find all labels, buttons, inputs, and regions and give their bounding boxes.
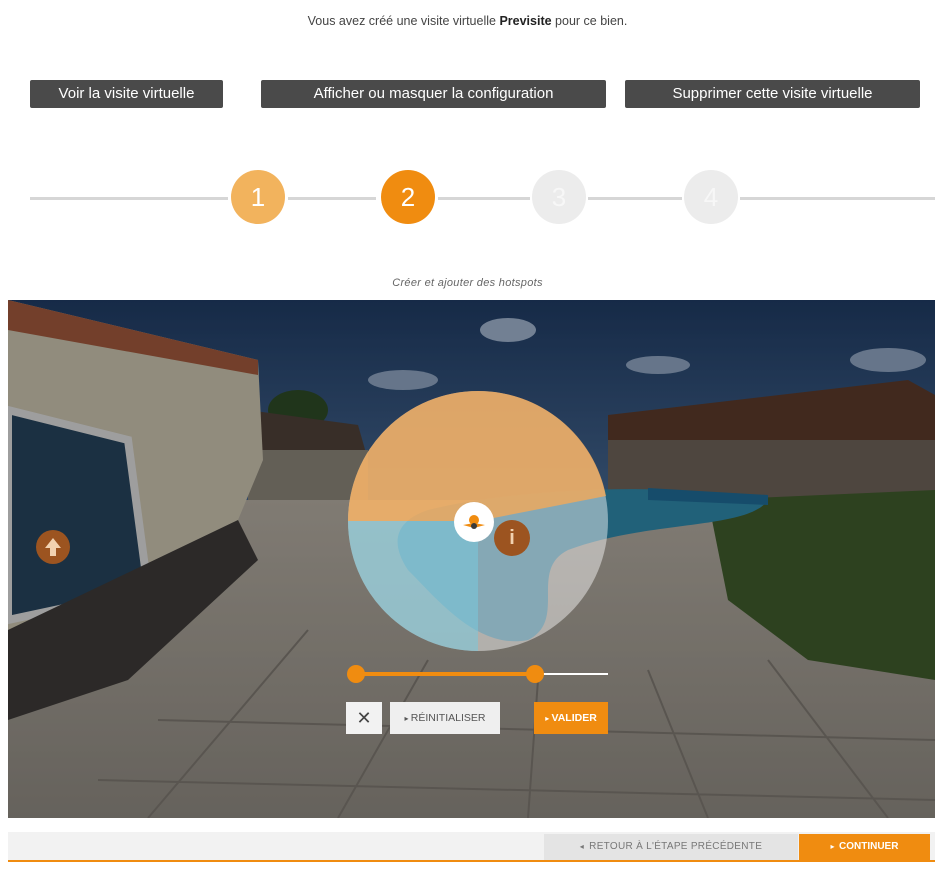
reset-label: RÉINITIALISER bbox=[410, 712, 486, 724]
slider-handle-min[interactable] bbox=[347, 665, 365, 683]
toggle-config-button[interactable]: Afficher ou masquer la configuration bbox=[261, 80, 606, 108]
hotspot-info[interactable]: i bbox=[494, 520, 530, 556]
zoom-slider[interactable] bbox=[347, 664, 608, 684]
slider-fill bbox=[351, 672, 533, 676]
step-2[interactable]: 2 bbox=[381, 170, 435, 224]
validate-label: VALIDER bbox=[551, 712, 597, 724]
stepper-line-1-2 bbox=[288, 197, 376, 200]
stepper-line-3-4 bbox=[588, 197, 682, 200]
hotspot-arrow[interactable] bbox=[36, 530, 70, 564]
stepper-line-end bbox=[740, 197, 935, 200]
viewpoint-icon[interactable] bbox=[454, 502, 494, 542]
reset-button[interactable]: ▸ RÉINITIALISER bbox=[390, 702, 500, 734]
previous-step-label: RETOUR À L'ÉTAPE PRÉCÉDENTE bbox=[589, 841, 763, 852]
previous-step-button[interactable]: ◂ RETOUR À L'ÉTAPE PRÉCÉDENTE bbox=[544, 834, 798, 860]
chevron-left-icon: ◂ bbox=[579, 842, 590, 851]
step-caption: Créer et ajouter des hotspots bbox=[392, 277, 543, 289]
delete-tour-button[interactable]: Supprimer cette visite virtuelle bbox=[625, 80, 920, 108]
stepper-line-2-3 bbox=[438, 197, 530, 200]
step-4: 4 bbox=[684, 170, 738, 224]
intro-prefix: Vous avez créé une visite virtuelle bbox=[307, 14, 496, 28]
intro-suffix: pour ce bien. bbox=[555, 14, 628, 28]
step-3: 3 bbox=[532, 170, 586, 224]
cancel-button[interactable]: ✕ bbox=[346, 702, 382, 734]
view-tour-button[interactable]: Voir la visite virtuelle bbox=[30, 80, 223, 108]
intro-text: Vous avez créé une visite virtuelle Prev… bbox=[0, 14, 935, 28]
chevron-right-icon: ▸ bbox=[830, 842, 839, 851]
continue-label: CONTINUER bbox=[839, 841, 899, 852]
info-icon: i bbox=[509, 527, 515, 549]
arrow-up-icon bbox=[45, 538, 61, 556]
stepper-line-start bbox=[30, 197, 228, 200]
continue-button[interactable]: ▸ CONTINUER bbox=[799, 834, 930, 860]
panorama-viewer[interactable]: i ✕ ▸ RÉINITIALISER ▸ VALIDER bbox=[8, 300, 935, 818]
validate-button[interactable]: ▸ VALIDER bbox=[534, 702, 608, 734]
slider-handle-max[interactable] bbox=[526, 665, 544, 683]
intro-brand: Previsite bbox=[499, 14, 552, 28]
step-1[interactable]: 1 bbox=[231, 170, 285, 224]
